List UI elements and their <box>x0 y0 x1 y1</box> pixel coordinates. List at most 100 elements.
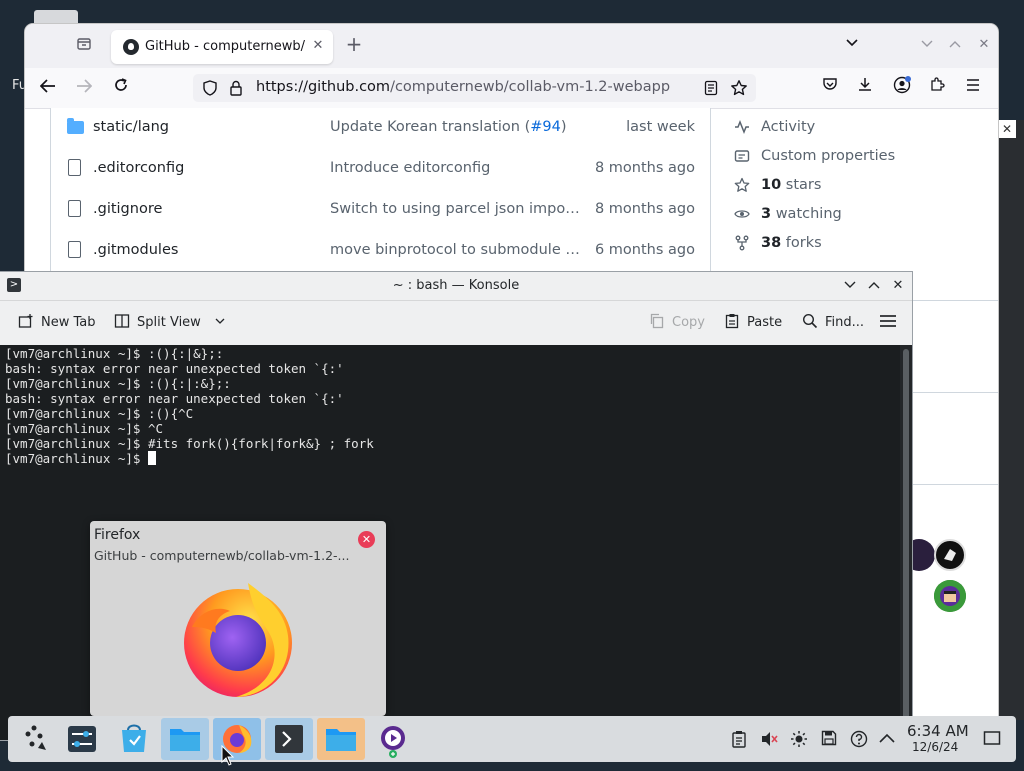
commit-message-end: ) <box>560 119 567 135</box>
new-tab-button[interactable]: + <box>343 34 365 56</box>
file-name[interactable]: .gitmodules <box>93 242 178 258</box>
file-row[interactable]: .gitignore Switch to using parcel json i… <box>50 190 711 232</box>
bookmark-star-icon[interactable] <box>730 79 748 97</box>
copy-label: Copy <box>672 315 705 330</box>
paste-icon <box>723 313 741 330</box>
lock-icon[interactable] <box>229 80 243 96</box>
fork-icon <box>733 235 751 253</box>
minimize-icon[interactable] <box>841 277 859 295</box>
forks-count: 38 <box>761 235 782 251</box>
chevron-down-icon <box>215 315 225 330</box>
terminal-prompt: [vm7@archlinux ~]$ <box>5 451 148 466</box>
watching-label: 3 watching <box>761 206 842 222</box>
menu-icon[interactable] <box>962 76 984 98</box>
account-icon[interactable] <box>891 76 913 98</box>
paste-button[interactable]: Paste <box>723 313 782 335</box>
discover-icon[interactable] <box>110 718 158 760</box>
watching-link[interactable]: 3 watching <box>733 204 993 228</box>
close-icon[interactable]: ✕ <box>998 120 1016 138</box>
commit-message-text: Update Korean translation ( <box>330 119 531 135</box>
stars-count: 10 <box>761 177 782 193</box>
downloads-icon[interactable] <box>854 76 876 98</box>
volume-muted-icon[interactable] <box>760 730 778 748</box>
help-icon[interactable] <box>850 730 868 748</box>
list-all-tabs-icon[interactable] <box>843 36 861 54</box>
terminal-scrollbar[interactable] <box>900 345 912 740</box>
eye-icon <box>733 206 751 224</box>
find-button[interactable]: Find... <box>801 313 864 335</box>
konsole-titlebar[interactable]: > ~ : bash — Konsole ✕ <box>0 272 912 301</box>
preview-close-icon[interactable]: ✕ <box>358 531 375 548</box>
hamburger-menu-icon[interactable] <box>879 313 897 335</box>
background-window[interactable] <box>996 120 1024 720</box>
konsole-icon[interactable] <box>265 718 313 760</box>
contributor-avatar[interactable] <box>934 539 966 571</box>
contributor-avatar[interactable] <box>934 580 966 612</box>
commit-message[interactable]: Update Korean translation (#94) <box>330 119 580 135</box>
clock-date[interactable]: 12/6/24 <box>912 740 958 754</box>
find-label: Find... <box>825 315 865 330</box>
chevron-up-icon[interactable] <box>878 730 896 748</box>
tracking-protection-icon[interactable] <box>202 80 218 96</box>
forks-link[interactable]: 38 forks <box>733 233 993 257</box>
dolphin-icon[interactable] <box>317 718 365 760</box>
folder-icon <box>67 118 84 134</box>
file-row[interactable]: .gitmodules move binprotocol to submodul… <box>50 231 711 273</box>
custom-properties-link[interactable]: Custom properties <box>733 146 993 170</box>
konsole-toolbar: New Tab Split View Copy Paste Find... <box>0 301 912 346</box>
clipboard-icon[interactable] <box>730 730 748 748</box>
file-name[interactable]: .gitignore <box>93 201 162 217</box>
terminal-line: bash: syntax error near unexpected token… <box>5 391 344 406</box>
show-desktop-icon[interactable] <box>983 730 1001 748</box>
disk-icon[interactable] <box>820 730 838 748</box>
task-preview[interactable]: Firefox GitHub - computernewb/collab-vm-… <box>90 521 386 716</box>
close-tab-icon[interactable]: ✕ <box>310 38 326 54</box>
file-name[interactable]: static/lang <box>93 119 169 135</box>
forks-text: forks <box>781 235 822 251</box>
application-launcher-icon[interactable] <box>10 718 58 760</box>
close-icon[interactable]: ✕ <box>889 277 907 295</box>
commit-message[interactable]: move binprotocol to submodule (w… <box>330 242 580 258</box>
window-close-icon[interactable]: ✕ <box>975 36 993 54</box>
url-path: /computernewb/collab-vm-1.2-webapp <box>390 79 671 95</box>
note-icon <box>733 148 751 166</box>
back-icon[interactable] <box>36 76 60 100</box>
tab-github[interactable]: GitHub - computernewb/collab-vm-1.2-weba… <box>111 30 333 64</box>
window-maximize-icon[interactable] <box>946 36 964 54</box>
media-player-icon[interactable] <box>369 718 417 760</box>
copy-icon <box>648 313 666 330</box>
url-text[interactable]: https://github.com/computernewb/collab-v… <box>256 79 670 95</box>
terminal-line: bash: syntax error near unexpected token… <box>5 361 344 376</box>
firefox-view-icon[interactable] <box>73 36 95 56</box>
brightness-icon[interactable] <box>790 730 808 748</box>
scrollbar-thumb[interactable] <box>903 349 909 734</box>
stars-link[interactable]: 10 stars <box>733 175 993 199</box>
tab-bar: GitHub - computernewb/collab-vm-1.2-weba… <box>25 24 998 68</box>
system-settings-icon[interactable] <box>58 718 106 760</box>
maximize-icon[interactable] <box>865 277 883 295</box>
activity-link[interactable]: Activity <box>733 117 993 141</box>
commit-message[interactable]: Switch to using parcel json imports… <box>330 201 580 217</box>
commit-message[interactable]: Introduce editorconfig <box>330 160 580 176</box>
url-bar[interactable]: https://github.com/computernewb/collab-v… <box>193 74 756 102</box>
pocket-icon[interactable] <box>819 76 841 98</box>
copy-button[interactable]: Copy <box>648 313 705 335</box>
preview-window-title: GitHub - computernewb/collab-vm-1.2-... <box>94 548 350 563</box>
file-row[interactable]: static/lang Update Korean translation (#… <box>50 108 711 150</box>
new-tab-button[interactable]: New Tab <box>17 313 96 335</box>
window-minimize-icon[interactable] <box>918 36 936 54</box>
file-row[interactable]: .editorconfig Introduce editorconfig 8 m… <box>50 149 711 191</box>
split-view-button[interactable]: Split View <box>113 313 225 335</box>
file-name[interactable]: .editorconfig <box>93 160 184 176</box>
file-manager-icon[interactable] <box>161 718 209 760</box>
clock-time[interactable]: 6:34 AM <box>907 722 969 740</box>
extensions-icon[interactable] <box>926 76 948 98</box>
tab-title: GitHub - computernewb/collab-vm-1.2-weba… <box>145 39 305 54</box>
reload-icon[interactable] <box>109 76 133 100</box>
forward-icon[interactable] <box>72 76 96 100</box>
pr-link[interactable]: #94 <box>530 119 561 135</box>
mouse-cursor-icon <box>221 744 235 767</box>
paste-label: Paste <box>747 315 783 330</box>
reader-view-icon[interactable] <box>703 80 719 96</box>
preview-app-name: Firefox <box>94 527 141 543</box>
